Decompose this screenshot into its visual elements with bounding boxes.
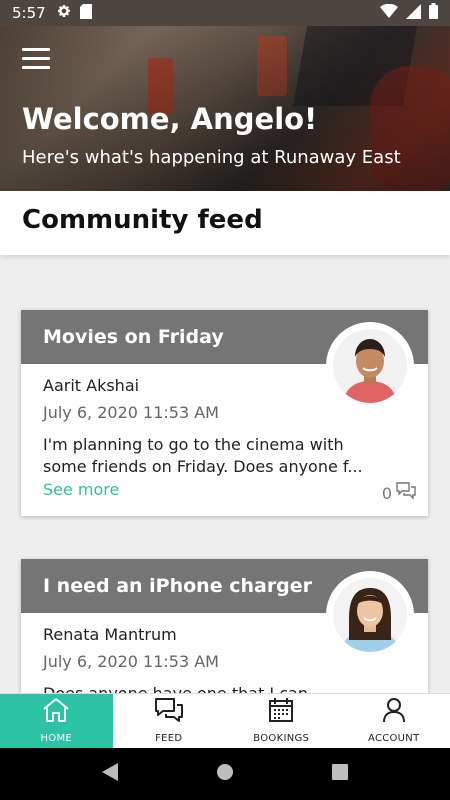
recents-icon[interactable] <box>332 764 348 784</box>
feed-header: Community feed <box>0 191 450 255</box>
nav-account-label: ACCOUNT <box>367 733 420 744</box>
feed-post-card[interactable]: Movies on Friday Aarit Akshai July 6, 20… <box>21 310 428 516</box>
post-card-body: Aarit Akshai July 6, 2020 11:53 AM I'm p… <box>21 364 428 516</box>
see-more-link[interactable]: See more <box>43 480 406 499</box>
chat-icon <box>154 697 184 727</box>
nav-bookings-label: BOOKINGS <box>253 733 310 744</box>
comment-count[interactable]: 0 <box>382 482 416 504</box>
status-bar: 5:57 <box>0 0 450 26</box>
post-card-body: Renata Mantrum July 6, 2020 11:53 AM Doe… <box>21 613 428 693</box>
settings-icon <box>56 3 72 23</box>
nav-feed[interactable]: FEED <box>113 694 226 748</box>
nav-bookings[interactable]: BOOKINGS <box>225 694 338 748</box>
sd-card-icon <box>79 3 92 23</box>
welcome-heading: Welcome, Angelo! <box>22 102 318 136</box>
hamburger-menu-icon[interactable] <box>22 48 50 70</box>
post-date: July 6, 2020 11:53 AM <box>43 652 219 671</box>
system-nav-bar <box>0 748 450 800</box>
feed-post-card[interactable]: I need an iPhone charger Renata Mantrum <box>21 559 428 693</box>
wifi-icon <box>380 3 398 22</box>
post-excerpt: Does anyone have one that I can borrow? <box>43 683 363 693</box>
post-author: Aarit Akshai <box>43 376 140 395</box>
feed-list[interactable]: Movies on Friday Aarit Akshai July 6, 20… <box>0 255 450 693</box>
comment-count-value: 0 <box>381 483 392 503</box>
nav-account[interactable]: ACCOUNT <box>338 694 450 748</box>
back-icon[interactable] <box>102 763 118 785</box>
post-card-header: I need an iPhone charger <box>21 559 428 659</box>
post-title: Movies on Friday <box>43 326 224 348</box>
comments-icon <box>396 482 416 504</box>
post-date: July 6, 2020 11:53 AM <box>43 403 219 422</box>
calendar-icon <box>268 697 294 727</box>
bottom-nav: HOME FEED BOOKINGS ACCOUNT <box>0 693 450 748</box>
page-title: Community feed <box>22 205 263 235</box>
battery-icon <box>429 3 438 23</box>
nav-home[interactable]: HOME <box>0 694 113 748</box>
home-circle-icon[interactable] <box>216 763 234 785</box>
post-card-header: Movies on Friday <box>21 310 428 410</box>
person-icon <box>382 697 406 727</box>
welcome-subtitle: Here's what's happening at Runaway East <box>22 147 401 168</box>
hero-banner: Welcome, Angelo! Here's what's happening… <box>0 26 450 191</box>
status-time: 5:57 <box>12 4 46 22</box>
home-icon <box>42 697 70 727</box>
post-title: I need an iPhone charger <box>43 575 313 597</box>
post-excerpt: I'm planning to go to the cinema with so… <box>43 435 363 476</box>
signal-icon <box>406 3 421 23</box>
post-author: Renata Mantrum <box>43 625 177 644</box>
nav-home-label: HOME <box>40 733 73 744</box>
nav-feed-label: FEED <box>155 733 183 744</box>
